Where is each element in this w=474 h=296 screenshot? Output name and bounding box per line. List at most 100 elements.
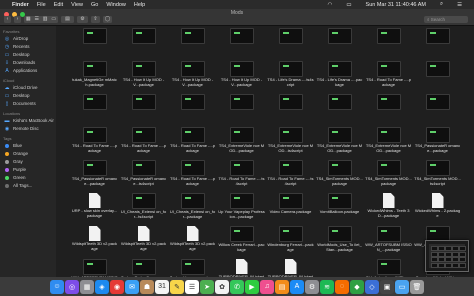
file-item[interactable]: TS4 - Road To Fame -...package bbox=[70, 127, 119, 160]
notes-dock-icon[interactable]: ✎ bbox=[170, 279, 184, 294]
file-item[interactable] bbox=[168, 28, 217, 61]
view-menu[interactable]: View bbox=[71, 2, 83, 8]
file-item[interactable] bbox=[364, 94, 413, 127]
file-item[interactable]: TS4 - Road To Fame -...ts4script bbox=[266, 160, 315, 193]
file-item[interactable]: WildspitTeeth 3D v2.package bbox=[119, 226, 168, 259]
file-item[interactable] bbox=[217, 94, 266, 127]
sidebar-tag-item[interactable]: Blue bbox=[4, 142, 56, 150]
file-item[interactable]: TS4 - How It Up MOD - V...package bbox=[217, 61, 266, 94]
window-menu[interactable]: Window bbox=[106, 2, 126, 8]
launchpad-dock-icon[interactable]: ▦ bbox=[80, 279, 94, 294]
finder-dock-icon[interactable]: ☺ bbox=[50, 279, 64, 294]
sidebar-tag-item[interactable]: Orange bbox=[4, 150, 56, 158]
file-item[interactable]: Zerku - Turbo Careers...package bbox=[119, 259, 168, 277]
file-item[interactable]: TS4 - How It Up MOD - V...package bbox=[119, 61, 168, 94]
appstore-dock-icon[interactable]: A bbox=[290, 279, 304, 294]
file-item[interactable] bbox=[266, 94, 315, 127]
file-item[interactable] bbox=[70, 94, 119, 127]
itunes-dock-icon[interactable]: ♫ bbox=[260, 279, 274, 294]
screenshot-preview-thumbnail[interactable] bbox=[425, 240, 469, 272]
file-item[interactable]: TS4_PassionateR omance...ts4script bbox=[119, 160, 168, 193]
file-item[interactable]: VomitBalloon.package bbox=[315, 193, 364, 226]
spotify-dock-icon[interactable]: ≋ bbox=[320, 279, 334, 294]
books-dock-icon[interactable]: ▤ bbox=[275, 279, 289, 294]
app-name-menu[interactable]: Finder bbox=[12, 2, 29, 8]
calendar-dock-icon[interactable]: 31 bbox=[155, 279, 169, 294]
sidebar-item-favorites[interactable]: ◷ Recents bbox=[4, 43, 56, 51]
file-item[interactable]: WorldMods_Use_To ilet_Stan...package bbox=[315, 226, 364, 259]
contacts-dock-icon[interactable]: ☗ bbox=[140, 279, 154, 294]
sims-dock-icon[interactable]: ◆ bbox=[350, 279, 364, 294]
sidebar-item-locations[interactable]: ◉ Remote Disc bbox=[4, 125, 56, 133]
game-dock-icon[interactable]: ◇ bbox=[365, 279, 379, 294]
file-item[interactable] bbox=[70, 28, 119, 61]
file-item[interactable]: TS4 - Road To Fame -...package bbox=[168, 127, 217, 160]
file-menu[interactable]: File bbox=[37, 2, 46, 8]
file-item[interactable] bbox=[413, 94, 462, 127]
file-item[interactable]: UI_Cheats_Extensi on_for...package bbox=[168, 193, 217, 226]
file-item[interactable] bbox=[413, 28, 462, 61]
sidebar-item-favorites[interactable]: ◎ AirDrop bbox=[4, 35, 56, 43]
search-input[interactable]: ⌕ Search bbox=[424, 16, 468, 23]
sidebar-item-favorites[interactable]: ▭ Desktop bbox=[4, 51, 56, 59]
file-item[interactable] bbox=[364, 28, 413, 61]
clock-text[interactable]: Sun Mar 31 11:40:46 AM bbox=[366, 2, 426, 8]
file-item[interactable]: TS4_PassionateR omance...package bbox=[70, 160, 119, 193]
trash-dock-icon[interactable]: 🗑 bbox=[410, 279, 424, 294]
file-item[interactable]: TS4 - Life's Drama -...package bbox=[315, 61, 364, 94]
help-menu[interactable]: Help bbox=[134, 2, 145, 8]
file-item[interactable]: URP - slow skin overlay...package bbox=[70, 193, 119, 226]
list-view-icon[interactable]: ☰ bbox=[34, 16, 38, 23]
file-item[interactable]: TS4 - Road To Fame -...package bbox=[168, 160, 217, 193]
preferences-dock-icon[interactable]: ⚙ bbox=[305, 279, 319, 294]
file-item[interactable]: TS4_PassionateR omance...package bbox=[413, 127, 462, 160]
siri-dock-icon[interactable]: ◎ bbox=[65, 279, 79, 294]
wifi-icon[interactable]: ◠ bbox=[328, 2, 333, 8]
file-item[interactable]: WickedWhims - Teeth 3D...package bbox=[364, 193, 413, 226]
folder-dock-icon[interactable]: ▭ bbox=[395, 279, 409, 294]
sidebar-item-icloud[interactable]: ▭ Desktop bbox=[4, 92, 56, 100]
reminders-dock-icon[interactable]: ☰ bbox=[185, 279, 199, 294]
file-item[interactable] bbox=[315, 94, 364, 127]
file-item[interactable] bbox=[119, 28, 168, 61]
file-item[interactable]: WildspitTeeth 3D v2.package bbox=[168, 226, 217, 259]
file-item[interactable]: TS4_ExtremeViole nce MOD...package bbox=[315, 127, 364, 160]
file-item[interactable]: tukak_MagnetiGe mMatch.package bbox=[70, 61, 119, 94]
share-button[interactable]: ⇧ bbox=[91, 16, 100, 23]
tag-button[interactable]: ◯ bbox=[103, 16, 112, 23]
file-item[interactable]: Up Your Vapeplay Profession...package bbox=[217, 193, 266, 226]
file-item[interactable]: TS4_SimTorments MOD...ts4script bbox=[413, 160, 462, 193]
file-item[interactable]: TS4 - Road To Fame -...package bbox=[119, 127, 168, 160]
file-item[interactable]: WW_ARTOFSUBM ISSION_...package bbox=[70, 259, 119, 277]
file-item[interactable]: TS4_SimTorments MOD...package bbox=[315, 160, 364, 193]
sidebar-tag-item[interactable]: All Tags... bbox=[4, 182, 56, 190]
file-item[interactable]: WW_ARTOFSUBM ISSION_...package bbox=[364, 226, 413, 259]
facetime-dock-icon[interactable]: ▶ bbox=[245, 279, 259, 294]
spotlight-icon[interactable]: ⌕ bbox=[440, 1, 443, 8]
file-item[interactable]: TS4 - Road To Fame -...package bbox=[364, 61, 413, 94]
file-item[interactable]: UI_Cheats_Extensi on_for...ts4script bbox=[119, 193, 168, 226]
file-item[interactable]: Video Camera.package bbox=[266, 193, 315, 226]
file-item[interactable] bbox=[217, 28, 266, 61]
icon-view-icon[interactable]: ▦ bbox=[26, 16, 31, 23]
notification-center-icon[interactable]: ☰ bbox=[457, 2, 462, 8]
go-menu[interactable]: Go bbox=[91, 2, 98, 8]
file-item[interactable] bbox=[266, 28, 315, 61]
file-item[interactable] bbox=[315, 28, 364, 61]
sidebar-item-favorites[interactable]: A Applications bbox=[4, 67, 56, 75]
sidebar-tag-item[interactable]: Green bbox=[4, 174, 56, 182]
sidebar-item-icloud[interactable]: ▯ Documents bbox=[4, 100, 56, 108]
edit-menu[interactable]: Edit bbox=[54, 2, 63, 8]
origin-dock-icon[interactable]: ◌ bbox=[335, 279, 349, 294]
file-item[interactable]: TS4_ExtremeViole nce MOD...ts4script bbox=[266, 127, 315, 160]
group-button[interactable]: ▤ bbox=[61, 16, 74, 23]
sidebar-item-icloud[interactable]: ☁ iCloud Drive bbox=[4, 84, 56, 92]
file-item[interactable] bbox=[168, 94, 217, 127]
forward-button[interactable]: › bbox=[14, 16, 21, 23]
gallery-view-icon[interactable]: ▭ bbox=[51, 16, 56, 23]
file-item[interactable]: TS4_ExtremeViole nce MOD...package bbox=[364, 127, 413, 160]
chrome-dock-icon[interactable]: ◉ bbox=[110, 279, 124, 294]
file-item[interactable] bbox=[119, 94, 168, 127]
file-item[interactable]: WildspitTeeth 3D v2.package bbox=[70, 226, 119, 259]
file-item[interactable]: WickedWhims - 2.package bbox=[413, 193, 462, 226]
